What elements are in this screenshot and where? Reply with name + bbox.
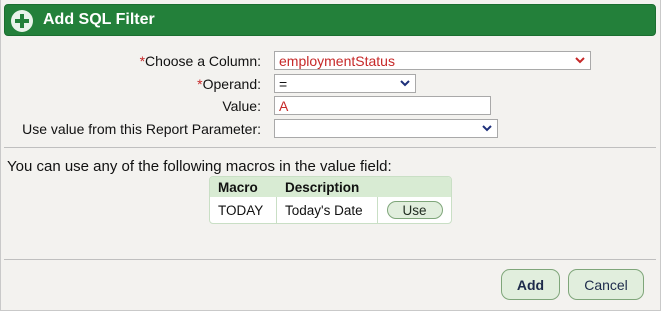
value-input-text: A — [279, 98, 289, 114]
description-cell: Today's Date — [277, 197, 378, 223]
macro-cell: TODAY — [210, 197, 277, 223]
value-label: Value: — [222, 98, 261, 114]
macros-intro: You can use any of the following macros … — [7, 158, 392, 175]
column-select[interactable]: employmentStatus — [274, 51, 591, 70]
column-select-value: employmentStatus — [279, 53, 395, 69]
description-column-header: Description — [285, 179, 360, 195]
chevron-down-icon — [400, 78, 410, 87]
operand-label-text: Operand: — [202, 76, 261, 92]
macro-table: Macro Description TODAY Today's Date Use — [209, 176, 452, 224]
operand-label: *Operand: — [197, 76, 261, 92]
macro-column-header: Macro — [218, 179, 258, 195]
chevron-down-icon — [575, 55, 585, 64]
dialog-title: Add SQL Filter — [43, 11, 155, 28]
table-row: TODAY Today's Date Use — [210, 197, 451, 223]
dialog-frame — [0, 0, 661, 311]
divider — [4, 147, 656, 148]
footer-divider — [4, 259, 656, 260]
column-label: *Choose a Column: — [140, 53, 261, 69]
plus-icon — [11, 10, 33, 32]
operand-select-value: = — [279, 76, 288, 92]
use-macro-button[interactable]: Use — [386, 201, 443, 219]
operand-select[interactable]: = — [274, 74, 416, 93]
column-label-text: Choose a Column: — [145, 53, 261, 69]
dialog-header: Add SQL Filter — [4, 4, 656, 36]
value-input[interactable]: A — [274, 96, 491, 115]
cancel-button[interactable]: Cancel — [568, 269, 644, 300]
report-param-label: Use value from this Report Parameter: — [22, 121, 261, 137]
macro-table-header: Macro Description — [210, 177, 451, 197]
add-button[interactable]: Add — [501, 269, 560, 300]
chevron-down-icon — [482, 123, 492, 132]
report-param-select[interactable] — [274, 119, 498, 138]
